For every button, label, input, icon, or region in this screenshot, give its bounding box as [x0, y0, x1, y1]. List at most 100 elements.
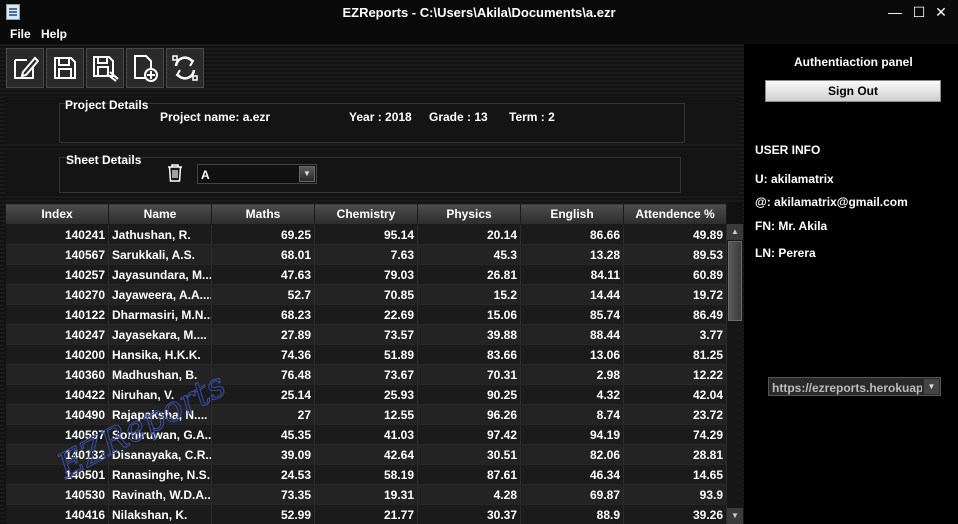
- cell-physics[interactable]: 87.61: [417, 464, 521, 485]
- cell-index[interactable]: 140122: [5, 304, 109, 325]
- cell-attendance[interactable]: 19.72: [623, 284, 727, 305]
- table-row[interactable]: 140530 Ravinath, W.D.A... 73.35 19.31 4.28 69…: [5, 484, 727, 505]
- cell-attendance[interactable]: 42.04: [623, 384, 727, 405]
- save-button[interactable]: [46, 48, 84, 88]
- cell-name[interactable]: Ranasinghe, N.S.: [108, 464, 212, 485]
- cell-attendance[interactable]: 49.89: [623, 224, 727, 245]
- table-row[interactable]: 140422 Niruhan, V. 25.14 25.93 90.25 4.32 42.0…: [5, 384, 727, 405]
- cell-maths[interactable]: 52.7: [211, 284, 315, 305]
- cell-physics[interactable]: 26.81: [417, 264, 521, 285]
- cell-index[interactable]: 140270: [5, 284, 109, 305]
- cell-maths[interactable]: 27.89: [211, 324, 315, 345]
- cell-attendance[interactable]: 93.9: [623, 484, 727, 505]
- menu-file[interactable]: File: [10, 27, 31, 41]
- cell-name[interactable]: Dharmasiri, M.N...: [108, 304, 212, 325]
- cell-chemistry[interactable]: 70.85: [314, 284, 418, 305]
- cell-physics[interactable]: 20.14: [417, 224, 521, 245]
- table-scrollbar[interactable]: ▲ ▼: [727, 224, 743, 524]
- cell-english[interactable]: 85.74: [520, 304, 624, 325]
- cell-index[interactable]: 140490: [5, 404, 109, 425]
- cell-chemistry[interactable]: 95.14: [314, 224, 418, 245]
- menu-help[interactable]: Help: [41, 27, 67, 41]
- cell-chemistry[interactable]: 42.64: [314, 444, 418, 465]
- column-header-chemistry[interactable]: Chemistry: [314, 203, 418, 225]
- cell-chemistry[interactable]: 19.31: [314, 484, 418, 505]
- cell-name[interactable]: Sarukkali, A.S.: [108, 244, 212, 265]
- save-as-button[interactable]: [86, 48, 124, 88]
- cell-chemistry[interactable]: 73.67: [314, 364, 418, 385]
- cell-english[interactable]: 13.06: [520, 344, 624, 365]
- cell-attendance[interactable]: 60.89: [623, 264, 727, 285]
- sign-out-button[interactable]: Sign Out: [765, 80, 941, 102]
- cell-chemistry[interactable]: 25.93: [314, 384, 418, 405]
- cell-english[interactable]: 82.06: [520, 444, 624, 465]
- cell-maths[interactable]: 45.35: [211, 424, 315, 445]
- cell-chemistry[interactable]: 7.63: [314, 244, 418, 265]
- cell-index[interactable]: 140422: [5, 384, 109, 405]
- edit-button[interactable]: [6, 48, 44, 88]
- cell-chemistry[interactable]: 41.03: [314, 424, 418, 445]
- cell-maths[interactable]: 27: [211, 404, 315, 425]
- cell-physics[interactable]: 45.3: [417, 244, 521, 265]
- cell-name[interactable]: Nilakshan, K.: [108, 504, 212, 524]
- cell-chemistry[interactable]: 22.69: [314, 304, 418, 325]
- cell-physics[interactable]: 96.26: [417, 404, 521, 425]
- table-row[interactable]: 140360 Madhushan, B. 76.48 73.67 70.31 2.98 12…: [5, 364, 727, 385]
- cell-maths[interactable]: 68.23: [211, 304, 315, 325]
- cell-index[interactable]: 140360: [5, 364, 109, 385]
- cell-maths[interactable]: 74.36: [211, 344, 315, 365]
- cell-name[interactable]: Jayasundara, M...: [108, 264, 212, 285]
- cell-maths[interactable]: 39.09: [211, 444, 315, 465]
- cell-index[interactable]: 140567: [5, 244, 109, 265]
- cell-physics[interactable]: 83.66: [417, 344, 521, 365]
- cell-physics[interactable]: 4.28: [417, 484, 521, 505]
- trash-icon[interactable]: [166, 163, 184, 183]
- cell-index[interactable]: 140257: [5, 264, 109, 285]
- cell-english[interactable]: 84.11: [520, 264, 624, 285]
- cell-attendance[interactable]: 81.25: [623, 344, 727, 365]
- cell-english[interactable]: 88.44: [520, 324, 624, 345]
- cell-maths[interactable]: 69.25: [211, 224, 315, 245]
- cell-chemistry[interactable]: 73.57: [314, 324, 418, 345]
- column-header-maths[interactable]: Maths: [211, 203, 315, 225]
- maximize-button[interactable]: ☐: [908, 2, 930, 22]
- column-header-english[interactable]: English: [520, 203, 624, 225]
- table-row[interactable]: 140247 Jayasekara, M.... 27.89 73.57 39.88 88…: [5, 324, 727, 345]
- cell-chemistry[interactable]: 12.55: [314, 404, 418, 425]
- column-header-name[interactable]: Name: [108, 203, 212, 225]
- cell-maths[interactable]: 47.63: [211, 264, 315, 285]
- cell-english[interactable]: 4.32: [520, 384, 624, 405]
- cell-maths[interactable]: 52.99: [211, 504, 315, 524]
- cell-attendance[interactable]: 39.26: [623, 504, 727, 524]
- cell-name[interactable]: Hansika, H.K.K.: [108, 344, 212, 365]
- column-header-physics[interactable]: Physics: [417, 203, 521, 225]
- cell-english[interactable]: 2.98: [520, 364, 624, 385]
- cell-name[interactable]: Ravinath, W.D.A...: [108, 484, 212, 505]
- cell-maths[interactable]: 76.48: [211, 364, 315, 385]
- cell-chemistry[interactable]: 79.03: [314, 264, 418, 285]
- cell-maths[interactable]: 68.01: [211, 244, 315, 265]
- cell-physics[interactable]: 15.2: [417, 284, 521, 305]
- cell-index[interactable]: 140247: [5, 324, 109, 345]
- cell-english[interactable]: 88.9: [520, 504, 624, 524]
- cell-maths[interactable]: 24.53: [211, 464, 315, 485]
- cell-physics[interactable]: 30.37: [417, 504, 521, 524]
- close-button[interactable]: ✕: [930, 2, 952, 22]
- cell-attendance[interactable]: 23.72: [623, 404, 727, 425]
- table-row[interactable]: 140122 Dharmasiri, M.N... 68.23 22.69 15.06 8…: [5, 304, 727, 325]
- cell-chemistry[interactable]: 21.77: [314, 504, 418, 524]
- cell-attendance[interactable]: 3.77: [623, 324, 727, 345]
- cell-attendance[interactable]: 89.53: [623, 244, 727, 265]
- cell-attendance[interactable]: 86.49: [623, 304, 727, 325]
- server-url-select[interactable]: https://ezreports.herokuapp.com ▼: [768, 377, 941, 396]
- cell-attendance[interactable]: 74.29: [623, 424, 727, 445]
- cell-name[interactable]: Jayasekara, M....: [108, 324, 212, 345]
- cell-english[interactable]: 13.28: [520, 244, 624, 265]
- cell-chemistry[interactable]: 58.19: [314, 464, 418, 485]
- cell-english[interactable]: 14.44: [520, 284, 624, 305]
- cell-index[interactable]: 140416: [5, 504, 109, 524]
- table-row[interactable]: 140567 Sarukkali, A.S. 68.01 7.63 45.3 13.28 8…: [5, 244, 727, 265]
- cell-physics[interactable]: 70.31: [417, 364, 521, 385]
- column-header-index[interactable]: Index: [5, 203, 109, 225]
- cell-english[interactable]: 86.66: [520, 224, 624, 245]
